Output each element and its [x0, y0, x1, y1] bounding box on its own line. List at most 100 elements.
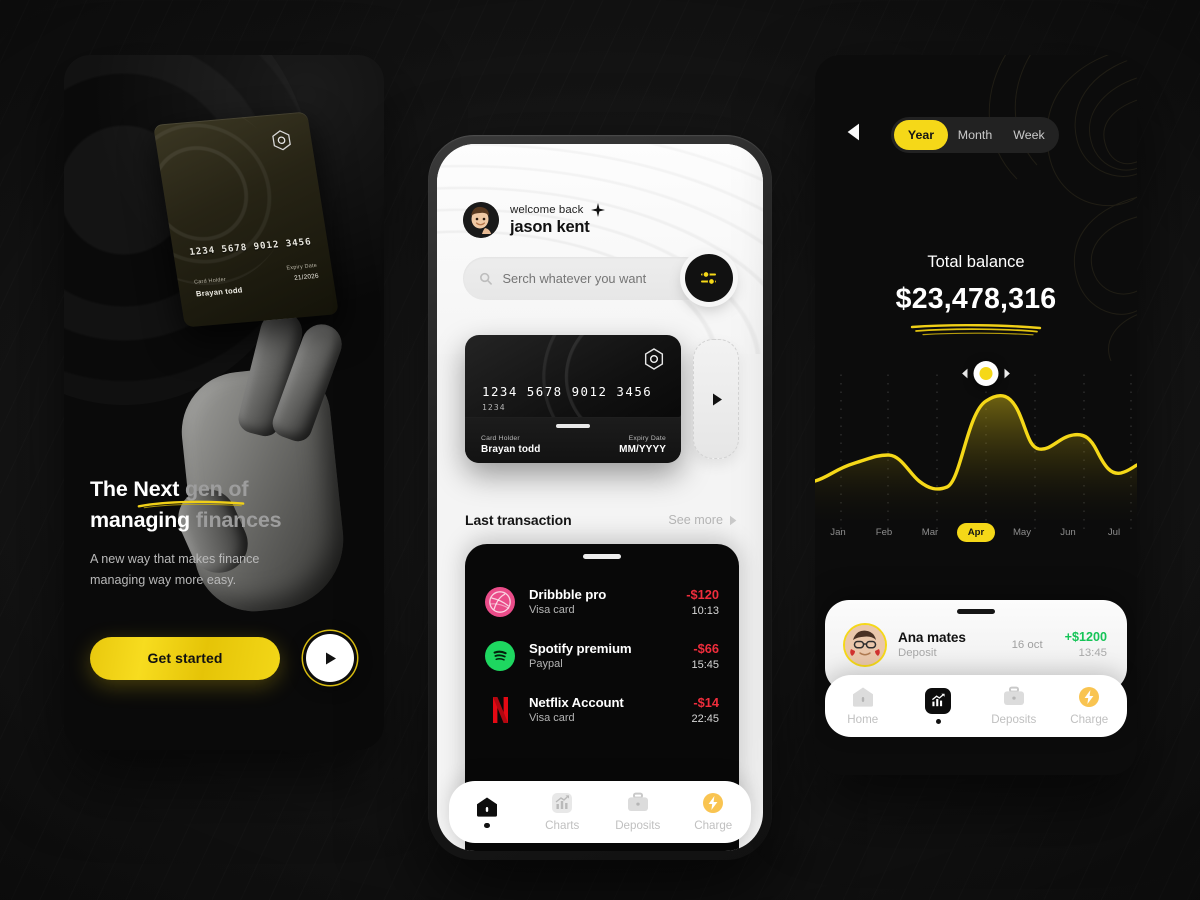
user-avatar[interactable]	[463, 202, 499, 238]
headline-part-1: The	[90, 477, 134, 502]
table-row[interactable]: Spotify premium Paypal -$66 15:45	[465, 629, 739, 683]
nav-item-charts[interactable]	[901, 687, 977, 725]
month-jul[interactable]: Jul	[1091, 527, 1137, 538]
hero-card-number: 1234 5678 9012 3456	[188, 236, 313, 258]
balance-label: Total balance	[927, 253, 1025, 271]
headline-line2-grey: finances	[195, 507, 282, 532]
transaction-info: Spotify premium Paypal	[529, 641, 691, 670]
chevron-left-icon[interactable]	[962, 368, 969, 379]
nav-item-charts[interactable]: Charts	[525, 792, 601, 832]
welcome-row: welcome back	[510, 203, 606, 217]
filter-button[interactable]	[685, 254, 733, 302]
chart-icon	[925, 687, 952, 714]
deposit-name: Ana mates	[898, 630, 966, 645]
card-drag-handle[interactable]	[556, 424, 590, 428]
play-video-button[interactable]	[306, 634, 354, 682]
table-row[interactable]: Dribbble pro Visa card -$120 10:13	[465, 575, 739, 629]
month-may[interactable]: May	[999, 527, 1045, 538]
nav-item-charge[interactable]: Charge	[676, 792, 752, 832]
nav-item-deposits[interactable]: Deposits	[976, 686, 1052, 726]
nav-item-deposits[interactable]: Deposits	[600, 792, 676, 832]
bank-card[interactable]: 1234 5678 9012 3456 1234 Card Holder Bra…	[465, 335, 681, 463]
netflix-glyph	[492, 696, 508, 723]
card-expiry-label: Expiry Date	[628, 435, 666, 442]
month-feb[interactable]: Feb	[861, 527, 907, 538]
month-jan[interactable]: Jan	[815, 527, 861, 538]
chart-month-axis: Jan Feb Mar Apr May Jun Jul	[815, 523, 1137, 542]
search-bar[interactable]	[463, 257, 707, 300]
table-row[interactable]: Netflix Account Visa card -$14 22:45	[465, 683, 739, 737]
deposit-values: +$1200 13:45	[1065, 630, 1107, 659]
home-icon	[476, 797, 497, 817]
sparkle-icon	[591, 203, 606, 217]
range-tab-week[interactable]: Week	[1002, 120, 1056, 150]
nav-item-home[interactable]: Home	[825, 686, 901, 726]
contact-avatar-illustration	[845, 624, 885, 665]
headline-underline-decoration	[137, 500, 245, 509]
nav-item-charge[interactable]: Charge	[1052, 686, 1128, 726]
active-indicator-dot	[484, 822, 490, 829]
balance-area-chart	[815, 213, 1137, 533]
month-apr[interactable]: Apr	[953, 523, 999, 542]
chevron-right-icon[interactable]	[1004, 368, 1011, 379]
greeting-block: welcome back jason kent	[510, 203, 606, 237]
home-icon	[852, 687, 873, 707]
balance-underline-decoration	[910, 323, 1042, 336]
credit-card-hero: 1234 5678 9012 3456 Card Holder Brayan t…	[153, 111, 339, 328]
transaction-time: 22:45	[691, 712, 719, 725]
month-jun[interactable]: Jun	[1045, 527, 1091, 538]
briefcase-icon	[1003, 686, 1024, 705]
chevron-right-icon	[712, 393, 722, 405]
card-holder-label: Card Holder	[481, 435, 520, 442]
contact-avatar[interactable]	[845, 624, 885, 665]
nav-item-home[interactable]	[449, 796, 525, 829]
transaction-values: -$14 22:45	[691, 695, 719, 725]
chevron-right-icon	[730, 515, 737, 525]
next-card-button[interactable]	[693, 339, 739, 459]
transaction-values: -$66 15:45	[691, 641, 719, 671]
balance-amount: $23,478,316	[895, 283, 1057, 315]
search-input[interactable]	[502, 271, 707, 286]
section-title: Last transaction	[465, 512, 572, 528]
nav-label-deposits: Deposits	[991, 713, 1037, 726]
transaction-info: Netflix Account Visa card	[529, 695, 691, 724]
see-more-button[interactable]: See more	[668, 513, 737, 527]
subtitle-line-1: A new way that makes finance	[90, 552, 260, 567]
home-phone-frame: welcome back jason kent Serch whatever y…	[428, 135, 772, 860]
see-more-label: See more	[668, 513, 723, 527]
briefcase-icon	[627, 792, 648, 811]
bolt-icon	[703, 793, 724, 813]
user-name: jason kent	[510, 218, 590, 236]
header-wave-decoration	[437, 144, 763, 354]
bolt-icon	[1079, 687, 1100, 707]
chart-svg	[815, 213, 1137, 533]
range-tab-month[interactable]: Month	[948, 120, 1002, 150]
chart-handle-knob[interactable]	[973, 361, 999, 386]
headline-underlined-word: Next	[133, 477, 180, 502]
play-icon	[325, 652, 336, 664]
transaction-time: 15:45	[691, 658, 719, 671]
deposit-date: 16 oct	[1011, 638, 1043, 651]
chart-glyph	[931, 694, 945, 707]
spotify-icon	[485, 640, 515, 671]
month-mar[interactable]: Mar	[907, 527, 953, 538]
back-button[interactable]	[847, 123, 860, 146]
transaction-source: Paypal	[529, 658, 563, 670]
hero-card-holder-label: Card Holder	[193, 276, 227, 286]
range-tab-year[interactable]: Year	[894, 120, 948, 150]
back-arrow-icon	[847, 123, 859, 141]
nav-label-home: Home	[847, 713, 879, 726]
panel-drag-handle[interactable]	[583, 554, 621, 559]
nav-label-charge: Charge	[694, 819, 733, 832]
chart-scrub-handle[interactable]	[962, 361, 1011, 386]
transaction-time: 10:13	[691, 604, 719, 617]
nav-label-charts: Charts	[545, 819, 580, 832]
get-started-button[interactable]: Get started	[90, 636, 280, 680]
spotify-glyph	[489, 645, 511, 666]
range-segmented-control: Year Month Week	[891, 117, 1059, 153]
deposit-info: Ana mates Deposit	[898, 630, 1012, 659]
transactions-section-header: Last transaction See more	[465, 512, 737, 528]
netflix-icon	[485, 695, 515, 725]
onboarding-subtitle: A new way that makes finance managing wa…	[90, 549, 364, 590]
deposit-drag-handle[interactable]	[957, 609, 995, 614]
